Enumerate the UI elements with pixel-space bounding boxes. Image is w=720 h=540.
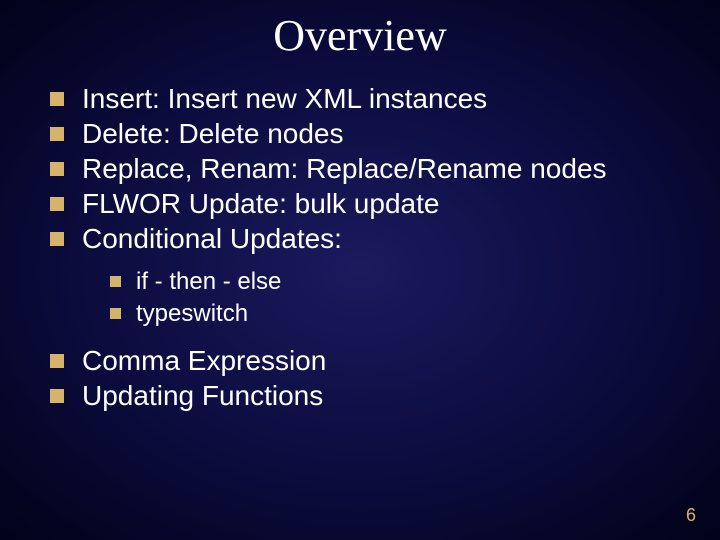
bullet-text: Insert: Insert new XML instances — [82, 83, 487, 114]
bullet-text: Delete: Delete nodes — [82, 118, 344, 149]
list-item: typeswitch — [110, 298, 680, 330]
list-item: Conditional Updates: — [50, 221, 680, 256]
bullet-text: FLWOR Update: bulk update — [82, 188, 439, 219]
bullet-icon — [110, 276, 121, 287]
bullet-icon — [50, 354, 64, 368]
bullet-text: Conditional Updates: — [82, 223, 342, 254]
list-item: Insert: Insert new XML instances — [50, 81, 680, 116]
list-item: FLWOR Update: bulk update — [50, 186, 680, 221]
sub-bullet-list: if - then - else typeswitch — [110, 266, 680, 331]
bullet-icon — [50, 162, 64, 176]
slide-container: Overview Insert: Insert new XML instance… — [0, 0, 720, 540]
list-item: if - then - else — [110, 266, 680, 298]
list-item: Updating Functions — [50, 378, 680, 413]
bullet-icon — [110, 308, 121, 319]
main-bullet-list-continued: Comma Expression Updating Functions — [50, 343, 680, 413]
bullet-text: Comma Expression — [82, 345, 326, 376]
list-item: Replace, Renam: Replace/Rename nodes — [50, 151, 680, 186]
list-item: Comma Expression — [50, 343, 680, 378]
page-number: 6 — [686, 505, 696, 526]
bullet-text: Replace, Renam: Replace/Rename nodes — [82, 153, 607, 184]
list-item: Delete: Delete nodes — [50, 116, 680, 151]
bullet-icon — [50, 127, 64, 141]
bullet-text: Updating Functions — [82, 380, 323, 411]
main-bullet-list: Insert: Insert new XML instances Delete:… — [50, 81, 680, 256]
bullet-icon — [50, 92, 64, 106]
bullet-icon — [50, 197, 64, 211]
bullet-icon — [50, 232, 64, 246]
bullet-text: if - then - else — [136, 268, 281, 295]
slide-title: Overview — [40, 10, 680, 61]
bullet-text: typeswitch — [136, 300, 248, 327]
bullet-icon — [50, 389, 64, 403]
